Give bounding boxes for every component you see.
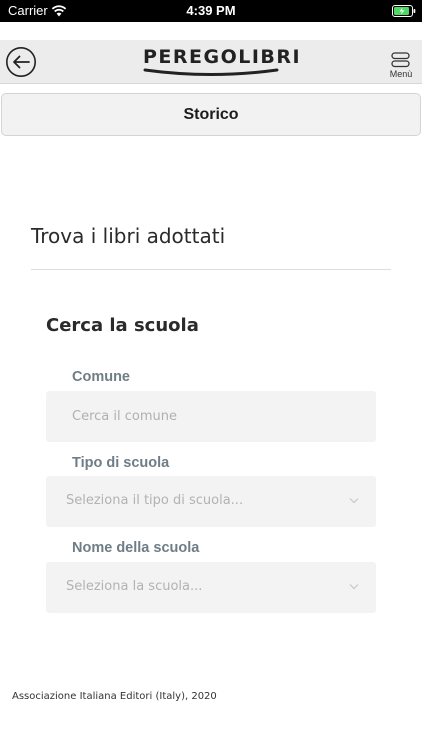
- back-arrow-icon: [6, 47, 36, 77]
- navbar: PEREGOLIBRI Menù: [0, 40, 422, 84]
- battery-icon: [392, 5, 416, 17]
- page-title: Trova i libri adottati: [31, 224, 226, 248]
- menu-icon: [391, 52, 410, 68]
- comune-input[interactable]: [46, 391, 376, 442]
- logo-underline: [143, 68, 279, 76]
- footer-copyright: Associazione Italiana Editori (Italy), 2…: [12, 691, 217, 702]
- tipo-scuola-label: Tipo di scuola: [72, 455, 170, 471]
- nome-scuola-label: Nome della scuola: [72, 540, 200, 556]
- logo: PEREGOLIBRI: [143, 46, 300, 78]
- storico-button[interactable]: Storico: [1, 93, 421, 136]
- tipo-scuola-select[interactable]: Seleziona il tipo di scuola...: [46, 476, 376, 527]
- status-bar: Carrier 4:39 PM: [0, 0, 422, 22]
- back-button[interactable]: [5, 46, 37, 78]
- menu-button[interactable]: Menù: [386, 48, 416, 82]
- status-time: 4:39 PM: [186, 3, 236, 18]
- chevron-down-icon: [349, 584, 359, 590]
- comune-label: Comune: [72, 369, 130, 385]
- nome-scuola-placeholder: Seleziona la scuola...: [66, 579, 203, 594]
- title-divider: [31, 269, 391, 270]
- nome-scuola-select[interactable]: Seleziona la scuola...: [46, 562, 376, 613]
- tipo-scuola-placeholder: Seleziona il tipo di scuola...: [66, 493, 244, 508]
- section-title: Cerca la scuola: [46, 315, 199, 336]
- menu-label: Menù: [389, 69, 413, 79]
- chevron-down-icon: [349, 498, 359, 504]
